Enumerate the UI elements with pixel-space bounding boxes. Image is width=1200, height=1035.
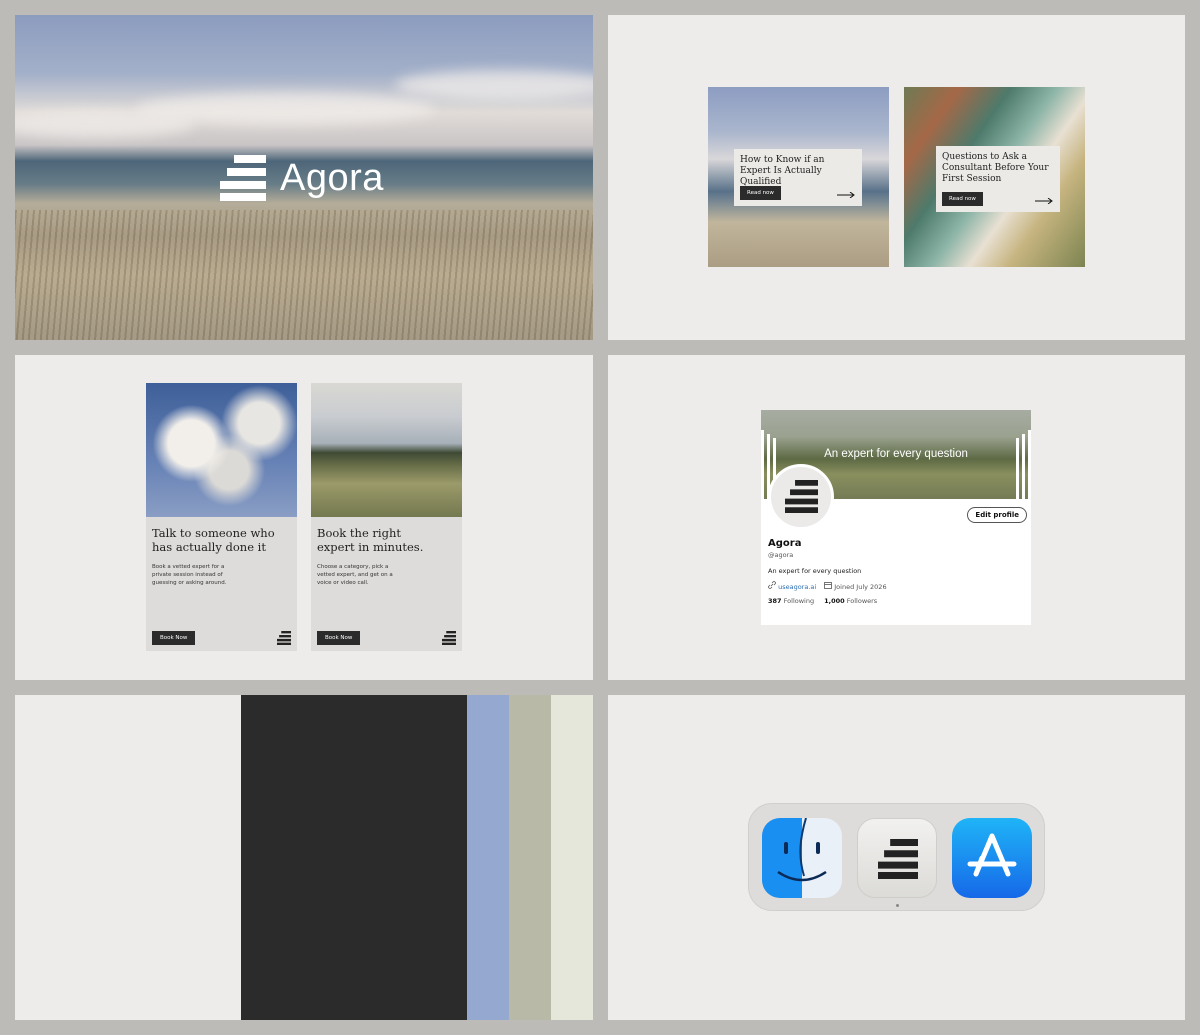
hero-panel: Agora (15, 15, 593, 340)
banner-tagline: An expert for every question (824, 448, 968, 460)
agora-app-icon[interactable] (857, 818, 937, 898)
running-indicator-dot (896, 904, 899, 907)
profile-handle: @agora (768, 551, 794, 559)
agora-logo-icon (442, 631, 456, 645)
hero-logo: Agora (220, 155, 384, 201)
palette-swatch (551, 695, 593, 1020)
hero-wordmark: Agora (280, 156, 384, 199)
website-meta[interactable]: useagora.ai (768, 581, 816, 591)
palette-swatch (467, 695, 509, 1020)
dune-grass (15, 210, 593, 340)
finder-icon[interactable] (762, 818, 842, 898)
landscape-painting-image (311, 383, 462, 517)
finder-face-icon (777, 818, 827, 882)
joined-meta: Joined July 2026 (824, 581, 887, 591)
avatar[interactable] (768, 464, 834, 530)
banner-stripes-right (1016, 430, 1031, 499)
joined-date: Joined July 2026 (834, 583, 887, 591)
agora-logo-icon (220, 155, 266, 201)
agora-logo-icon (277, 631, 291, 645)
blog-card[interactable]: How to Know if an Expert Is Actually Qua… (734, 149, 862, 206)
palette-swatch (509, 695, 551, 1020)
color-palette-panel (15, 695, 593, 1020)
link-icon (768, 581, 776, 589)
palette-swatch (15, 695, 241, 1020)
app-dock (748, 803, 1045, 911)
followers-label: Followers (846, 597, 878, 605)
following-count: 387 (768, 597, 782, 605)
cloud-shape (15, 110, 195, 138)
ad-headline: Book the right expert in minutes. (317, 526, 424, 554)
followers-stat[interactable]: 1,000 Followers (824, 597, 877, 605)
ad-body: Choose a category, pick a vetted expert,… (317, 564, 393, 586)
profile-card: An expert for every question Edit profil… (761, 410, 1031, 625)
arrow-right-icon[interactable] (1035, 198, 1053, 204)
following-label: Following (783, 597, 815, 605)
profile-bio: An expert for every question (768, 567, 862, 575)
app-store-a-icon (967, 833, 1017, 877)
profile-name: Agora (768, 538, 802, 549)
blog-card[interactable]: Questions to Ask a Consultant Before You… (936, 146, 1060, 212)
ad-headline: Talk to someone who has actually done it (152, 526, 275, 554)
followers-count: 1,000 (824, 597, 845, 605)
dock-panel (608, 695, 1185, 1020)
edit-profile-button[interactable]: Edit profile (967, 507, 1027, 523)
profile-meta: useagora.ai Joined July 2026 (768, 581, 887, 591)
read-now-button[interactable]: Read now (942, 192, 983, 206)
profile-stats: 387 Following 1,000 Followers (768, 597, 877, 605)
agora-logo-icon (785, 480, 818, 513)
book-now-button[interactable]: Book Now (317, 631, 361, 645)
social-profile-panel: An expert for every question Edit profil… (608, 355, 1185, 680)
book-now-button[interactable]: Book Now (152, 631, 196, 645)
blog-card-title: How to Know if an Expert Is Actually Qua… (740, 155, 825, 187)
ad-card: Talk to someone who has actually done it… (146, 383, 297, 651)
cloud-shape (395, 70, 593, 100)
blog-panel: How to Know if an Expert Is Actually Qua… (608, 15, 1185, 340)
ads-panel: Talk to someone who has actually done it… (15, 355, 593, 680)
arrow-right-icon[interactable] (837, 192, 855, 198)
ad-body: Book a vetted expert for a private sessi… (152, 564, 227, 586)
read-now-button[interactable]: Read now (740, 186, 781, 200)
website-link[interactable]: useagora.ai (778, 583, 816, 591)
palette-swatch (241, 695, 467, 1020)
following-stat[interactable]: 387 Following (768, 597, 814, 605)
app-store-icon[interactable] (952, 818, 1032, 898)
calendar-icon (824, 582, 833, 589)
blog-card-title: Questions to Ask a Consultant Before You… (942, 152, 1049, 184)
agora-logo-icon (878, 839, 918, 879)
ad-card: Book the right expert in minutes. Choose… (311, 383, 462, 651)
clouds-painting-image (146, 383, 297, 517)
